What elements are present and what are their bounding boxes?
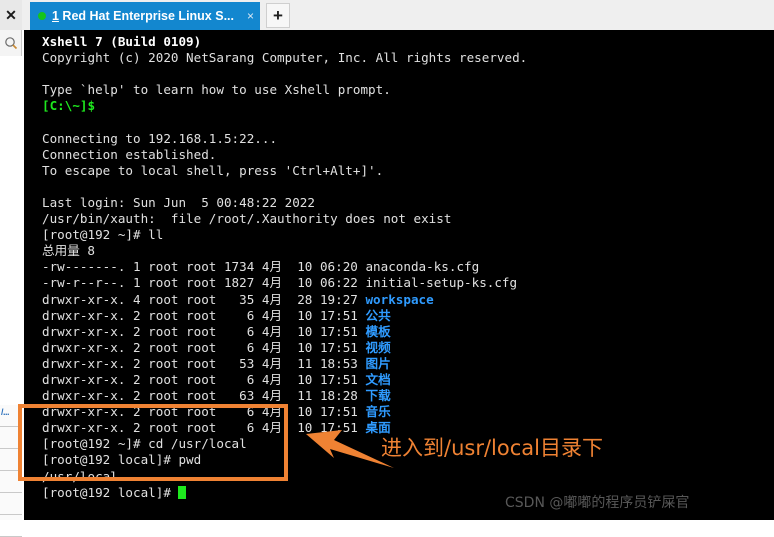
terminal-line: [42, 66, 774, 82]
terminal-line-text: Last login: Sun Jun 5 00:48:22 2022: [42, 194, 315, 210]
terminal-line-text: -rw-r--r--. 1 root root 1827 4月 10 06:22…: [42, 275, 518, 291]
terminal-filename: 公共: [365, 307, 391, 323]
terminal-filename: 文档: [365, 371, 391, 387]
terminal-line: [42, 179, 774, 195]
search-sidebar-button[interactable]: [0, 30, 22, 56]
terminal-line-text: /usr/bin/xauth: file /root/.Xauthority d…: [42, 211, 452, 227]
terminal-line: [42, 114, 774, 130]
connection-status-dot: [38, 12, 46, 20]
sidebar-path-fragment: /...: [1, 407, 10, 417]
terminal-line: [C:\~]$: [42, 98, 774, 114]
close-panel-button[interactable]: ✕: [0, 0, 22, 30]
terminal-line-text: drwxr-xr-x. 2 root root 6 4月 10 17:51: [42, 323, 366, 339]
terminal-cursor: [178, 485, 187, 499]
terminal-line-text: /usr/local: [42, 468, 118, 484]
terminal-line-text: Type `help' to learn how to use Xshell p…: [42, 82, 391, 98]
terminal-line-text: -rw-------. 1 root root 1734 4月 10 06:20…: [42, 259, 480, 275]
terminal-line: drwxr-xr-x. 2 root root 63 4月 11 18:28 下…: [42, 388, 774, 404]
terminal-line: drwxr-xr-x. 2 root root 6 4月 10 17:51 文档: [42, 372, 774, 388]
terminal-line-text: drwxr-xr-x. 2 root root 6 4月 10 17:51: [42, 371, 366, 387]
terminal-line: Type `help' to learn how to use Xshell p…: [42, 82, 774, 98]
terminal-line: To escape to local shell, press 'Ctrl+Al…: [42, 163, 774, 179]
terminal-line-text: drwxr-xr-x. 2 root root 6 4月 10 17:51: [42, 307, 366, 323]
list-item[interactable]: [0, 493, 22, 515]
terminal-line: Connection established.: [42, 147, 774, 163]
terminal-line: -rw-------. 1 root root 1734 4月 10 06:20…: [42, 259, 774, 275]
terminal-filename: 图片: [365, 355, 391, 371]
terminal-line: Last login: Sun Jun 5 00:48:22 2022: [42, 195, 774, 211]
terminal-line: drwxr-xr-x. 2 root root 6 4月 10 17:51 模板: [42, 324, 774, 340]
xshell-window: ✕ /... 1 Red Hat Enterprise Linux S... ×…: [0, 0, 774, 537]
terminal-filename: 视频: [365, 339, 391, 355]
list-item[interactable]: [0, 515, 22, 537]
terminal-line: 总用量 8: [42, 243, 774, 259]
new-tab-button[interactable]: +: [266, 3, 290, 28]
list-item[interactable]: [0, 427, 22, 449]
annotation-text: 进入到/usr/local目录下: [381, 436, 603, 460]
terminal-line-text: drwxr-xr-x. 2 root root 63 4月 11 18:28: [42, 388, 366, 404]
terminal-line: drwxr-xr-x. 2 root root 6 4月 10 17:51 视频: [42, 340, 774, 356]
terminal-line: drwxr-xr-x. 2 root root 6 4月 10 17:51 公共: [42, 308, 774, 324]
terminal-line-text: [root@192 local]# pwd: [42, 452, 202, 468]
watermark: CSDN @嘟嘟的程序员铲屎官: [505, 495, 690, 511]
terminal-line-text: [root@192 local]#: [42, 484, 179, 500]
terminal-filename: 下载: [365, 388, 391, 404]
terminal-line: drwxr-xr-x. 2 root root 6 4月 10 17:51 音乐: [42, 404, 774, 420]
terminal-line-text: [root@192 ~]# cd /usr/local: [42, 436, 247, 452]
tab-title: Red Hat Enterprise Linux S...: [58, 9, 234, 23]
tab-label: 1 Red Hat Enterprise Linux S...: [52, 9, 243, 23]
terminal-line: -rw-r--r--. 1 root root 1827 4月 10 06:22…: [42, 275, 774, 291]
terminal-filename: 音乐: [365, 404, 391, 420]
close-icon[interactable]: ×: [247, 10, 254, 22]
sidebar-session-rows[interactable]: [0, 405, 22, 537]
tab-bar: 1 Red Hat Enterprise Linux S... × +: [22, 0, 774, 30]
left-sidebar: ✕ /...: [0, 0, 22, 537]
list-item[interactable]: [0, 471, 22, 493]
terminal-line-text: To escape to local shell, press 'Ctrl+Al…: [42, 162, 384, 178]
terminal-line: Copyright (c) 2020 NetSarang Computer, I…: [42, 50, 774, 66]
list-item[interactable]: [0, 449, 22, 471]
search-icon: [4, 36, 18, 50]
terminal-line: drwxr-xr-x. 4 root root 35 4月 28 19:27 w…: [42, 292, 774, 308]
terminal-line-text: drwxr-xr-x. 2 root root 53 4月 11 18:53: [42, 355, 366, 371]
terminal-line-text: drwxr-xr-x. 4 root root 35 4月 28 19:27: [42, 291, 366, 307]
terminal-line-text: [42, 114, 50, 129]
terminal-line: Connecting to 192.168.1.5:22...: [42, 131, 774, 147]
terminal-filename: 模板: [365, 323, 391, 339]
close-icon: ✕: [5, 7, 17, 23]
terminal-line-text: drwxr-xr-x. 2 root root 6 4月 10 17:51: [42, 404, 366, 420]
terminal-line-text: Connecting to 192.168.1.5:22...: [42, 130, 278, 146]
terminal-line: /usr/bin/xauth: file /root/.Xauthority d…: [42, 211, 774, 227]
terminal-line: [root@192 ~]# ll: [42, 227, 774, 243]
plus-icon: +: [273, 6, 283, 25]
terminal-line-text: drwxr-xr-x. 2 root root 6 4月 10 17:51: [42, 339, 366, 355]
terminal-line-text: [root@192 ~]# ll: [42, 227, 164, 243]
terminal-line-text: [C:\~]$: [42, 98, 96, 114]
terminal-line: Xshell 7 (Build 0109): [42, 34, 774, 50]
terminal-line: /usr/local: [42, 469, 774, 485]
terminal-line-text: Copyright (c) 2020 NetSarang Computer, I…: [42, 50, 528, 66]
tab-session-1[interactable]: 1 Red Hat Enterprise Linux S... ×: [30, 2, 260, 30]
terminal-line-text: Connection established.: [42, 146, 217, 162]
terminal-line-text: [42, 179, 50, 194]
terminal-filename: workspace: [365, 291, 434, 307]
tab-index: 1: [52, 9, 59, 23]
terminal-line-text: 总用量 8: [42, 243, 95, 259]
terminal-line: drwxr-xr-x. 2 root root 53 4月 11 18:53 图…: [42, 356, 774, 372]
terminal-line-text: Xshell 7 (Build 0109): [42, 34, 202, 49]
terminal-line-text: [42, 66, 50, 81]
terminal-left-gutter: [22, 30, 24, 520]
